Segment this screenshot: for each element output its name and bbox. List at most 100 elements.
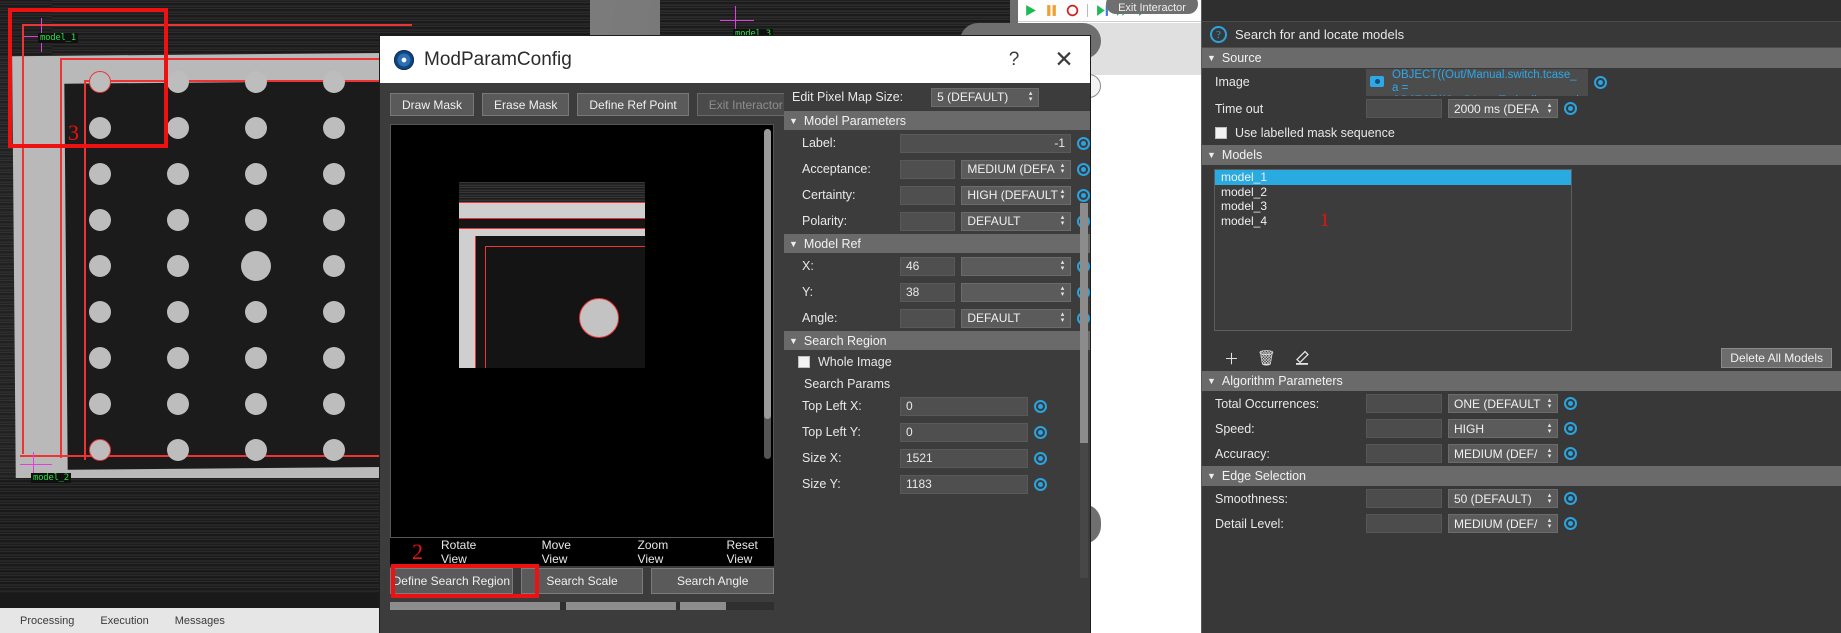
reset-radio-icon[interactable] — [1564, 517, 1577, 530]
label-input[interactable]: -1 — [900, 133, 1071, 153]
chevron-down-icon[interactable]: ▼ — [1207, 376, 1216, 386]
modparamconfig-dialog[interactable]: ModParamConfig ? ✕ Draw Mask Erase Mask … — [380, 36, 1090, 633]
acceptance-select[interactable]: MEDIUM (DEFA ▴ ▾ — [961, 159, 1071, 179]
whole-image-checkbox[interactable] — [798, 356, 810, 368]
section-model-ref[interactable]: ▼ Model Ref — [784, 234, 1090, 253]
canvas-vertical-scrollbar[interactable] — [764, 129, 771, 459]
plus-icon[interactable]: ＋ — [1224, 348, 1239, 369]
dialog-titlebar[interactable]: ModParamConfig ? ✕ — [380, 36, 1090, 83]
list-item[interactable]: model_4 — [1215, 214, 1571, 229]
spinner-icon[interactable]: ▴ ▾ — [1058, 311, 1067, 326]
search-angle-button[interactable]: Search Angle — [651, 568, 775, 594]
angle-input[interactable] — [900, 308, 956, 328]
parameter-scrollbar[interactable] — [1080, 203, 1088, 578]
total-occurrences-select[interactable]: ONE (DEFAULT ▴ ▾ — [1448, 394, 1558, 413]
spinner-icon[interactable]: ▴ ▾ — [1545, 516, 1554, 531]
rotate-view-tool[interactable]: Rotate View — [441, 538, 492, 566]
pencil-icon[interactable] — [1294, 350, 1310, 366]
accuracy-input[interactable] — [1366, 444, 1442, 463]
acceptance-input[interactable] — [900, 159, 956, 179]
spinner-icon[interactable]: ▴ ▾ — [1545, 491, 1554, 506]
reset-radio-icon[interactable] — [1034, 399, 1047, 413]
y-input[interactable]: 38 — [900, 282, 956, 302]
spinner-icon[interactable]: ▴ ▾ — [1058, 259, 1067, 274]
reset-radio-icon[interactable] — [1564, 102, 1577, 115]
reset-radio-icon[interactable] — [1077, 162, 1090, 176]
delete-all-models-button[interactable]: Delete All Models — [1721, 348, 1832, 368]
spinner-icon[interactable]: ▴ ▾ — [1058, 188, 1067, 203]
horizontal-scroll-strip[interactable] — [390, 602, 774, 610]
reset-radio-icon[interactable] — [1564, 492, 1577, 505]
help-circle-icon[interactable]: ? — [1210, 26, 1227, 43]
chevron-down-icon[interactable]: ▼ — [789, 239, 798, 249]
help-button[interactable]: ? — [994, 40, 1034, 80]
y-select[interactable]: ▴ ▾ — [961, 282, 1071, 302]
list-item[interactable]: model_1 — [1215, 170, 1571, 185]
row-use-labelled-mask[interactable]: Use labelled mask sequence — [1202, 121, 1841, 145]
smoothness-select[interactable]: 50 (DEFAULT) ▴ ▾ — [1448, 489, 1558, 508]
section-model-parameters[interactable]: ▼ Model Parameters — [784, 111, 1090, 130]
spinner-icon[interactable]: ▴ ▾ — [1545, 396, 1554, 411]
section-models[interactable]: ▼ Models — [1202, 145, 1841, 165]
top-left-x-input[interactable]: 0 — [900, 396, 1028, 416]
chevron-down-icon[interactable]: ▼ — [789, 336, 798, 346]
trash-icon[interactable]: 🗑 — [1257, 349, 1276, 367]
stop-record-icon[interactable] — [1066, 4, 1079, 17]
play-icon[interactable] — [1024, 4, 1037, 17]
close-button[interactable]: ✕ — [1044, 40, 1084, 80]
exit-interactor-pill[interactable]: Exit Interactor — [1106, 0, 1198, 14]
section-edge-selection[interactable]: ▼ Edge Selection — [1202, 466, 1841, 486]
whole-image-row[interactable]: Whole Image — [784, 350, 1090, 374]
reset-radio-icon[interactable] — [1034, 425, 1047, 439]
define-ref-point-button[interactable]: Define Ref Point — [577, 93, 689, 116]
accuracy-select[interactable]: MEDIUM (DEF/ ▴ ▾ — [1448, 444, 1558, 463]
spinner-icon[interactable]: ▴ ▾ — [1545, 421, 1554, 436]
reset-radio-icon[interactable] — [1077, 188, 1090, 202]
chevron-down-icon[interactable]: ▼ — [1207, 471, 1216, 481]
x-input[interactable]: 46 — [900, 256, 956, 276]
spinner-icon[interactable]: ▴ ▾ — [1058, 214, 1067, 229]
smoothness-input[interactable] — [1366, 489, 1442, 508]
size-y-input[interactable]: 1183 — [900, 474, 1028, 494]
image-value-field[interactable]: ret = OBJECT((Out/Manual.switch.tcase_ a… — [1366, 68, 1588, 96]
use-labelled-mask-checkbox[interactable] — [1215, 127, 1227, 139]
chevron-down-icon[interactable]: ▼ — [789, 116, 798, 126]
draw-mask-button[interactable]: Draw Mask — [390, 93, 475, 116]
spinner-icon[interactable]: ▴ ▾ — [1026, 90, 1035, 105]
move-view-tool[interactable]: Move View — [542, 538, 588, 566]
pause-icon[interactable] — [1045, 4, 1058, 17]
detail-level-select[interactable]: MEDIUM (DEF/ ▴ ▾ — [1448, 514, 1558, 533]
reset-radio-icon[interactable] — [1077, 136, 1090, 150]
reset-radio-icon[interactable] — [1564, 397, 1577, 410]
spinner-icon[interactable]: ▴ ▾ — [1545, 446, 1554, 461]
chevron-down-icon[interactable]: ▼ — [1207, 150, 1216, 160]
timeout-input[interactable] — [1366, 99, 1442, 118]
reset-view-tool[interactable]: Reset View — [727, 538, 774, 566]
reset-radio-icon[interactable] — [1564, 447, 1577, 460]
reset-radio-icon[interactable] — [1034, 451, 1047, 465]
polarity-select[interactable]: DEFAULT ▴ ▾ — [961, 211, 1071, 231]
reset-radio-icon[interactable] — [1564, 422, 1577, 435]
chevron-down-icon[interactable]: ▼ — [1207, 53, 1216, 63]
certainty-input[interactable] — [900, 185, 956, 205]
certainty-select[interactable]: HIGH (DEFAULT ▴ ▾ — [961, 185, 1071, 205]
speed-input[interactable] — [1366, 419, 1442, 438]
angle-select[interactable]: DEFAULT ▴ ▾ — [961, 308, 1071, 328]
top-left-y-input[interactable]: 0 — [900, 422, 1028, 442]
pixel-map-size-select[interactable]: 5 (DEFAULT) ▴ ▾ — [931, 87, 1040, 107]
models-list[interactable]: model_1 model_2 model_3 model_4 1 — [1214, 169, 1572, 331]
erase-mask-button[interactable]: Erase Mask — [482, 93, 570, 116]
detail-level-input[interactable] — [1366, 514, 1442, 533]
zoom-view-tool[interactable]: Zoom View — [638, 538, 685, 566]
mask-canvas[interactable] — [390, 124, 774, 538]
spinner-icon[interactable]: ▴ ▾ — [1058, 285, 1067, 300]
total-occurrences-input[interactable] — [1366, 394, 1442, 413]
polarity-input[interactable] — [900, 211, 956, 231]
section-source[interactable]: ▼ Source — [1202, 48, 1841, 68]
timeout-select[interactable]: 2000 ms (DEFA ▴ ▾ — [1448, 99, 1558, 118]
list-item[interactable]: model_3 — [1215, 199, 1571, 214]
spinner-icon[interactable]: ▴ ▾ — [1058, 162, 1067, 177]
speed-select[interactable]: HIGH ▴ ▾ — [1448, 419, 1558, 438]
x-select[interactable]: ▴ ▾ — [961, 256, 1071, 276]
reset-radio-icon[interactable] — [1034, 477, 1047, 491]
